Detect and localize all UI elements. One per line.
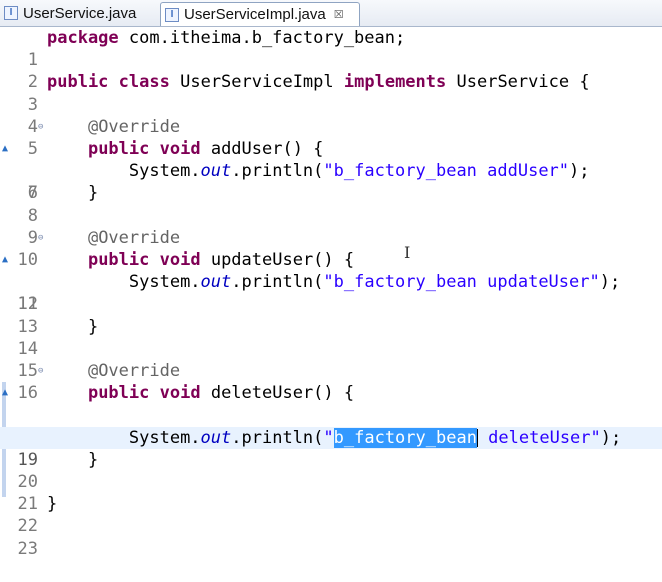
method-signature: updateUser() { [210, 250, 355, 270]
code-text: System. [128, 427, 201, 448]
code-line: ▲ 11 public void updateUser() { [0, 249, 662, 314]
current-code-line: 19 System.out.println("b_factory_bean de… [0, 426, 662, 470]
class-name: UserServiceImpl [180, 72, 334, 93]
keyword: class [118, 72, 170, 93]
keyword: package [47, 28, 119, 48]
code-text: .println( [231, 161, 324, 182]
java-interface-icon: I [165, 7, 179, 22]
method-signature: deleteUser() { [210, 383, 355, 404]
keyword: implements [343, 72, 447, 93]
tab-userservice[interactable]: I UserService.java [0, 2, 160, 24]
code-line: 21 [0, 471, 662, 514]
fold-collapse-icon[interactable]: ⊖ [38, 116, 43, 138]
code-line: 10 ⊖ @Override [0, 227, 662, 270]
closing-brace: } [87, 449, 99, 470]
keyword: public [87, 250, 150, 270]
java-interface-icon: I [4, 6, 18, 20]
closing-brace: } [47, 494, 58, 515]
keyword: public [47, 72, 109, 93]
annotation: @Override [87, 227, 181, 248]
keyword: void [159, 139, 201, 159]
close-tab-icon[interactable]: ☒ [334, 8, 344, 21]
code-line: ▲ 17 public void deleteUser() { [0, 382, 662, 447]
annotation: @Override [87, 116, 181, 137]
keyword: void [159, 383, 201, 404]
closing-brace: } [87, 183, 99, 204]
selected-text[interactable]: b_factory_bean [333, 427, 477, 448]
code-line: 18 [0, 404, 662, 448]
code-text: System. [128, 272, 201, 293]
static-field: out [200, 427, 232, 448]
string-literal: "b_factory_bean addUser" [323, 161, 570, 182]
code-line: 2 [0, 49, 662, 92]
method-signature: addUser() { [210, 139, 324, 159]
keyword: public [87, 383, 150, 404]
code-line: 3 public class UserServiceImpl implement… [0, 71, 662, 114]
annotation: @Override [87, 361, 181, 381]
code-text: .println( [231, 427, 324, 448]
code-line: 14 } [0, 316, 662, 359]
override-marker-icon[interactable]: ▲ [2, 382, 8, 404]
line-number: 23 [17, 538, 38, 559]
editor-tab-bar: I UserService.java I UserServiceImpl.jav… [0, 0, 662, 27]
code-line: 8 } [0, 182, 662, 225]
override-marker-icon[interactable]: ▲ [2, 138, 8, 160]
interface-name: UserService { [456, 72, 590, 93]
code-text: ); [599, 272, 621, 293]
tab-userserviceimpl[interactable]: I UserServiceImpl.java ☒ [160, 2, 360, 26]
code-line: 20 } [0, 449, 662, 492]
override-marker-icon[interactable]: ▲ [2, 249, 8, 271]
code-text: .println( [231, 272, 324, 293]
code-line: 1 package com.itheima.b_factory_bean; [0, 27, 662, 70]
code-line: 15 [0, 338, 662, 381]
closing-brace: } [87, 316, 99, 337]
fold-collapse-icon[interactable]: ⊖ [38, 360, 43, 382]
string-literal: "b_factory_bean updateUser" [323, 272, 600, 293]
code-line: 22 } [0, 493, 662, 536]
static-field: out [200, 161, 232, 182]
code-line: 4 [0, 94, 662, 137]
code-line: ▲ 6 public void addUser() { [0, 138, 662, 203]
code-line: 16 ⊖ @Override [0, 360, 662, 403]
code-text: System. [128, 161, 201, 182]
string-literal: " [323, 427, 334, 448]
fold-collapse-icon[interactable]: ⊖ [38, 227, 43, 249]
tab-label: UserService.java [23, 4, 137, 22]
code-text: ); [600, 427, 622, 448]
keyword: public [87, 139, 150, 159]
mouse-ibeam-cursor: I [404, 243, 411, 262]
code-text: ); [569, 161, 590, 182]
code-line: 9 [0, 205, 662, 248]
tab-label: UserServiceImpl.java [184, 6, 326, 23]
keyword: void [159, 250, 201, 270]
static-field: out [200, 272, 232, 293]
code-line: 7 System.out.println("b_factory_bean add… [0, 160, 662, 203]
code-editor[interactable]: 1 package com.itheima.b_factory_bean; 2 … [0, 27, 662, 559]
code-line: 12 System.out.println("b_factory_bean up… [0, 271, 662, 314]
code-line: 13 [0, 293, 662, 337]
string-literal: deleteUser" [477, 427, 601, 448]
code-line: 23 [0, 515, 662, 559]
package-name: com.itheima.b_factory_bean; [118, 28, 406, 48]
code-line: 5 ⊖ @Override [0, 116, 662, 159]
